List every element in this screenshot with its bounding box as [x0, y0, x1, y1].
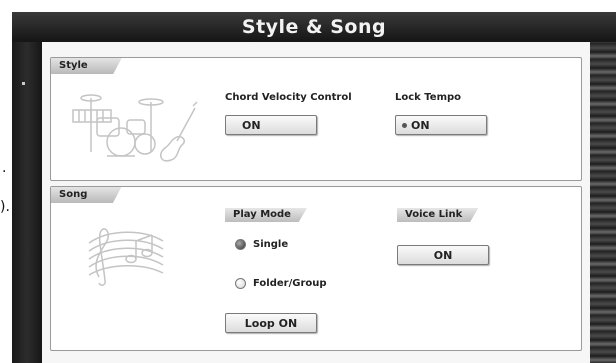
title-bar: Style & Song — [12, 12, 616, 42]
style-tab: Style — [51, 58, 122, 74]
voice-link-label: Voice Link — [397, 208, 479, 222]
lock-tempo-button[interactable]: ON — [395, 115, 487, 135]
lock-tempo-value: ON — [411, 119, 430, 132]
page-title: Style & Song — [241, 16, 387, 38]
chord-velocity-value: ON — [242, 119, 261, 132]
single-option-label: Single — [253, 239, 289, 250]
content-area: Style Chord Velocity Control ON Lock Tem… — [42, 42, 590, 363]
screen: Style & Song Style Chord Velocity Contro… — [12, 12, 616, 363]
song-panel: Song Play Mode Single Folder/Group Loop … — [50, 186, 582, 351]
voice-link-value: ON — [433, 249, 453, 262]
left-edge-decoration — [12, 42, 42, 363]
chord-velocity-button[interactable]: ON — [225, 115, 317, 135]
stray-paren: ). — [0, 199, 10, 215]
loop-button-label: Loop ON — [244, 317, 298, 330]
right-edge-decoration — [590, 42, 616, 363]
single-radio[interactable] — [235, 239, 246, 250]
chord-velocity-label: Chord Velocity Control — [225, 92, 352, 103]
folder-group-radio[interactable] — [235, 278, 246, 289]
led-indicator-icon — [402, 123, 407, 128]
play-mode-label: Play Mode — [225, 208, 307, 222]
voice-link-button[interactable]: ON — [397, 245, 489, 265]
stray-dot: . — [2, 160, 7, 176]
loop-button[interactable]: Loop ON — [225, 313, 317, 333]
drums-guitar-icon — [72, 94, 198, 162]
song-tab: Song — [51, 187, 122, 203]
lock-tempo-label: Lock Tempo — [395, 92, 462, 103]
style-panel: Style Chord Velocity Control ON Lock Tem… — [50, 57, 582, 181]
music-note-icon — [88, 228, 164, 286]
folder-group-option-label: Folder/Group — [253, 278, 327, 289]
